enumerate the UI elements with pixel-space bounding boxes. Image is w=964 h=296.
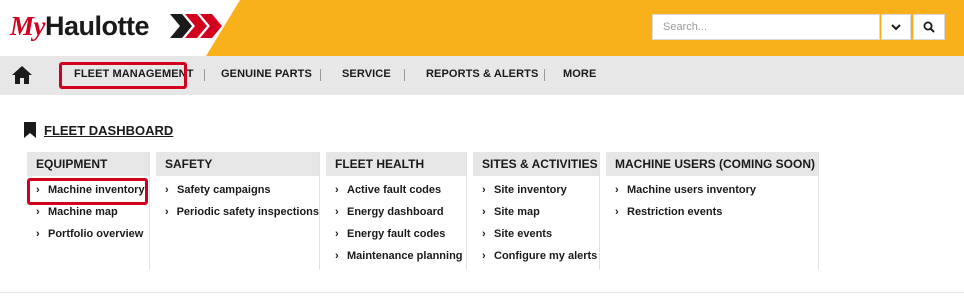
menu-link[interactable]: › Safety campaigns [165,183,319,205]
nav-reports-alerts[interactable]: REPORTS & ALERTS [426,68,538,80]
column-heading: SAFETY [156,152,319,176]
chevron-right-icon: › [36,206,40,218]
column-divider [466,152,467,270]
chevron-right-icon: › [335,250,339,262]
nav-separator [320,69,321,81]
logo-name: Haulotte [45,11,150,41]
column-heading: MACHINE USERS (COMING SOON) [606,152,818,176]
search-button[interactable] [913,14,945,40]
dashboard-title[interactable]: FLEET DASHBOARD [24,122,173,138]
menu-link-label: Site map [494,206,540,218]
menu-link-label: Energy fault codes [347,228,446,240]
column-heading: EQUIPMENT [27,152,149,176]
chevron-right-icon: › [165,206,169,218]
nav-separator [544,69,545,81]
nav-separator [404,69,405,81]
chevron-down-icon [891,23,901,30]
nav-service[interactable]: SERVICE [342,68,391,80]
chevron-right-icon: › [615,206,619,218]
menu-link-label: Restriction events [627,206,723,218]
menu-column-equipment: EQUIPMENT › Machine inventory › Machine ma… [27,152,150,270]
menu-link-label: Periodic safety inspections [176,206,319,218]
active-item-highlight [27,178,148,205]
nav-genuine-parts[interactable]: GENUINE PARTS [221,68,312,80]
column-divider [319,152,320,270]
menu-column-safety: SAFETY › Safety campaigns › Periodic safet… [156,152,320,270]
menu-link-label: Portfolio overview [48,228,144,240]
chevron-right-icon: › [615,184,619,196]
logo[interactable]: MyHaulotte [0,0,240,56]
column-heading: FLEET HEALTH [326,152,466,176]
chevron-right-icon: › [482,184,486,196]
menu-link[interactable]: › Machine users inventory [615,183,818,205]
chevron-right-icon: › [482,206,486,218]
menu-link-label: Active fault codes [347,184,442,196]
menu-link-label: Machine map [48,206,118,218]
menu-link[interactable]: › Restriction events [615,205,818,227]
menu-link[interactable]: › Active fault codes [335,183,466,205]
menu-link[interactable]: › Site events [482,227,599,249]
menu-link[interactable]: › Configure my alerts [482,249,599,271]
column-divider [149,152,150,270]
menu-link-label: Safety campaigns [177,184,271,196]
top-header: MyHaulotte Search... [0,0,964,56]
active-nav-highlight [59,62,187,89]
menu-link[interactable]: › Energy dashboard [335,205,466,227]
column-heading: SITES & ACTIVITIES [473,152,599,176]
menu-link[interactable]: › Portfolio overview [36,227,149,249]
menu-column-fleet-health: FLEET HEALTH › Active fault codes › Energy… [326,152,467,271]
menu-column-machine-users: MACHINE USERS (COMING SOON) › Machine use… [606,152,819,270]
column-divider [599,152,600,270]
nav-separator [204,69,205,81]
menu-column-sites-activities: SITES & ACTIVITIES › Site inventory › Site… [473,152,600,271]
menu-link[interactable]: › Periodic safety inspections [165,205,319,227]
search-input[interactable]: Search... [652,14,880,40]
menu-link-label: Machine users inventory [627,184,756,196]
logo-prefix: My [10,11,46,41]
search-dropdown-button[interactable] [881,14,911,40]
menu-link[interactable]: › Machine map [36,205,149,227]
chevron-right-icon: › [482,228,486,240]
bookmark-icon [24,122,36,138]
column-divider [818,152,819,270]
home-icon[interactable] [11,65,33,85]
bottom-divider [0,292,964,293]
menu-link-label: Site inventory [494,184,567,196]
menu-link[interactable]: › Energy fault codes [335,227,466,249]
chevron-right-icon: › [36,228,40,240]
menu-link[interactable]: › Maintenance planning [335,249,466,271]
menu-link[interactable]: › Site inventory [482,183,599,205]
chevron-right-icon: › [165,184,169,196]
dashboard-title-text: FLEET DASHBOARD [44,122,174,138]
chevron-right-icon: › [335,228,339,240]
menu-link-label: Maintenance planning [347,250,463,262]
search-icon [923,21,935,33]
logo-text: MyHaulotte [10,9,150,43]
chevron-right-icon: › [335,206,339,218]
chevrons-icon [170,14,222,38]
menu-link-label: Configure my alerts [494,250,598,262]
chevron-right-icon: › [482,250,486,262]
nav-more[interactable]: MORE [563,68,596,80]
menu-link-label: Site events [494,228,553,240]
chevron-right-icon: › [335,184,339,196]
menu-link[interactable]: › Site map [482,205,599,227]
menu-link-label: Energy dashboard [347,206,444,218]
